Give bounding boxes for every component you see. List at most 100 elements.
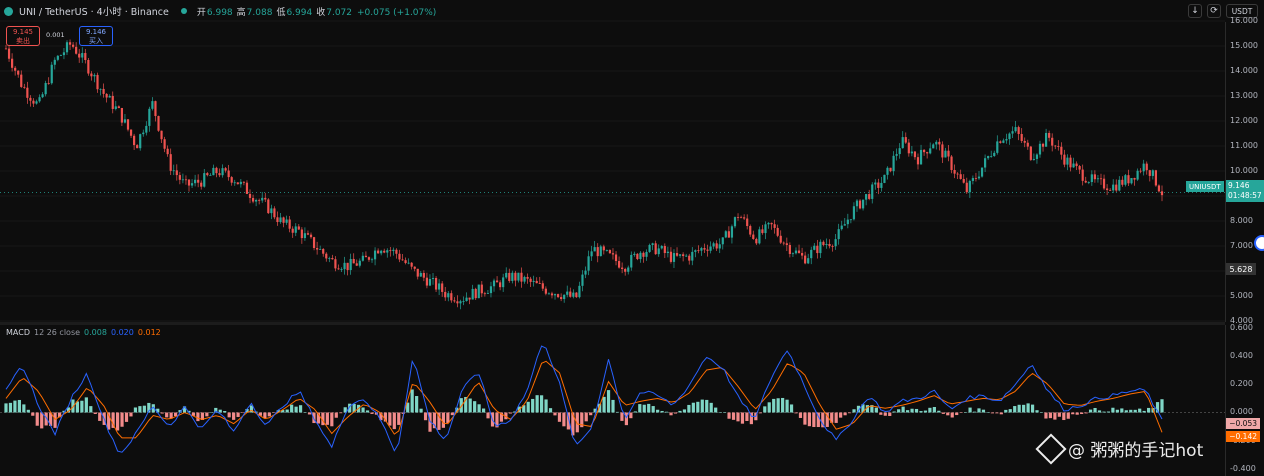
macd-histogram-bar xyxy=(227,412,231,418)
candlestick-chart[interactable] xyxy=(0,0,1225,322)
macd-histogram-bar xyxy=(174,412,178,417)
sell-button[interactable]: 9.145 卖出 xyxy=(6,26,40,46)
candle-body xyxy=(901,137,904,149)
macd-histogram-bar xyxy=(678,410,682,413)
candle-body xyxy=(813,245,816,250)
candle-body xyxy=(377,250,380,254)
macd-histogram-bar xyxy=(647,403,651,413)
macd-histogram-bar xyxy=(473,401,477,413)
macd-histogram-bar xyxy=(682,409,687,413)
candle-body xyxy=(1093,174,1096,180)
macd-histogram-bar xyxy=(1071,412,1075,415)
candle-body xyxy=(1044,132,1048,147)
macd-histogram-bar xyxy=(874,407,878,413)
macd-histogram-bar xyxy=(950,412,954,418)
candle-body xyxy=(553,294,557,296)
macd-histogram-bar xyxy=(80,400,84,413)
candle-body xyxy=(965,182,968,193)
candle-body xyxy=(221,168,224,176)
macd-histogram-bar xyxy=(727,412,731,419)
macd-histogram-bar xyxy=(955,412,959,416)
candle-body xyxy=(929,148,932,154)
candle-body xyxy=(447,293,450,298)
buy-button[interactable]: 9.146 买入 xyxy=(79,26,113,46)
candle-body xyxy=(1017,127,1020,135)
price-chart-pane[interactable] xyxy=(0,0,1225,322)
candle-body xyxy=(395,249,398,254)
candle-body xyxy=(724,231,727,238)
candle-body xyxy=(328,257,331,259)
candle-body xyxy=(1051,137,1054,146)
candle-body xyxy=(206,173,209,176)
symbol-title[interactable]: UNI / TetherUS · 4小时 · Binance xyxy=(19,4,169,18)
candle-body xyxy=(1002,140,1005,143)
price-axis-tick: 11.000 xyxy=(1230,141,1258,150)
candle-body xyxy=(505,272,508,278)
candle-body xyxy=(660,246,663,249)
candle-body xyxy=(791,253,795,255)
candle-body xyxy=(700,248,703,251)
candle-body xyxy=(590,251,593,257)
candle-body xyxy=(474,288,477,299)
candle-body xyxy=(736,217,740,218)
macd-histogram-bar xyxy=(812,412,816,428)
macd-histogram-bar xyxy=(84,397,88,413)
candle-body xyxy=(99,88,102,90)
candle-body xyxy=(398,253,401,260)
candle-body xyxy=(349,258,352,271)
candle-body xyxy=(886,167,889,175)
buy-label: 买入 xyxy=(89,37,103,45)
macd-histogram-bar xyxy=(218,409,222,413)
price-axis[interactable]: 16.000 15.000 14.000 13.000 12.000 11.000 10.0… xyxy=(1225,16,1264,325)
candle-body xyxy=(346,262,349,271)
candle-body xyxy=(596,247,599,257)
candle-body xyxy=(489,286,493,294)
refresh-button[interactable]: ⟳ xyxy=(1207,4,1221,18)
download-button[interactable]: ↓ xyxy=(1188,4,1202,18)
candle-body xyxy=(1145,163,1148,171)
macd-axis[interactable]: 0.6000.4000.2000.000-0.200-0.400 xyxy=(1225,323,1264,476)
candle-body xyxy=(1157,185,1161,192)
macd-histogram-bar xyxy=(905,410,910,413)
candle-body xyxy=(444,291,447,298)
candle-body xyxy=(1151,170,1154,176)
macd-histogram-bar xyxy=(888,412,892,416)
candle-body xyxy=(822,241,825,245)
candle-body xyxy=(749,226,752,235)
macd-histogram-bar xyxy=(633,411,637,413)
candle-body xyxy=(160,130,163,140)
candle-body xyxy=(858,200,862,209)
candle-body xyxy=(932,144,935,149)
symbol-price-tag: UNIUSDT xyxy=(1186,181,1224,192)
candle-body xyxy=(441,283,444,292)
candle-body xyxy=(72,44,75,47)
candle-body xyxy=(184,179,188,181)
candle-body xyxy=(968,180,971,193)
candle-body xyxy=(136,145,139,149)
macd-histogram-bar xyxy=(481,408,486,413)
candle-body xyxy=(743,217,746,219)
candle-body xyxy=(764,224,767,234)
candle-body xyxy=(114,106,117,109)
macd-histogram-bar xyxy=(89,406,93,413)
scroll-to-realtime-button[interactable] xyxy=(1254,235,1264,251)
candle-body xyxy=(1026,142,1029,147)
candle-body xyxy=(535,280,538,284)
price-axis-tick: 15.000 xyxy=(1230,41,1258,50)
macd-histogram-bar xyxy=(1035,410,1039,413)
candle-body xyxy=(910,151,913,154)
macd-histogram-bar xyxy=(365,410,370,413)
candle-body xyxy=(837,229,840,240)
macd-histogram-bar xyxy=(602,396,606,413)
candle-body xyxy=(916,157,920,165)
candle-body xyxy=(334,259,337,269)
ohlc-value: +0.075 (+1.07%) xyxy=(357,7,437,18)
macd-histogram-bar xyxy=(339,412,343,414)
candle-body xyxy=(1136,170,1139,180)
macd-label[interactable]: MACD xyxy=(6,328,30,337)
candle-body xyxy=(288,219,291,229)
candle-body xyxy=(990,155,993,157)
candle-body xyxy=(1038,143,1042,155)
macd-histogram-bar xyxy=(303,412,307,413)
macd-histogram-bar xyxy=(535,395,539,413)
